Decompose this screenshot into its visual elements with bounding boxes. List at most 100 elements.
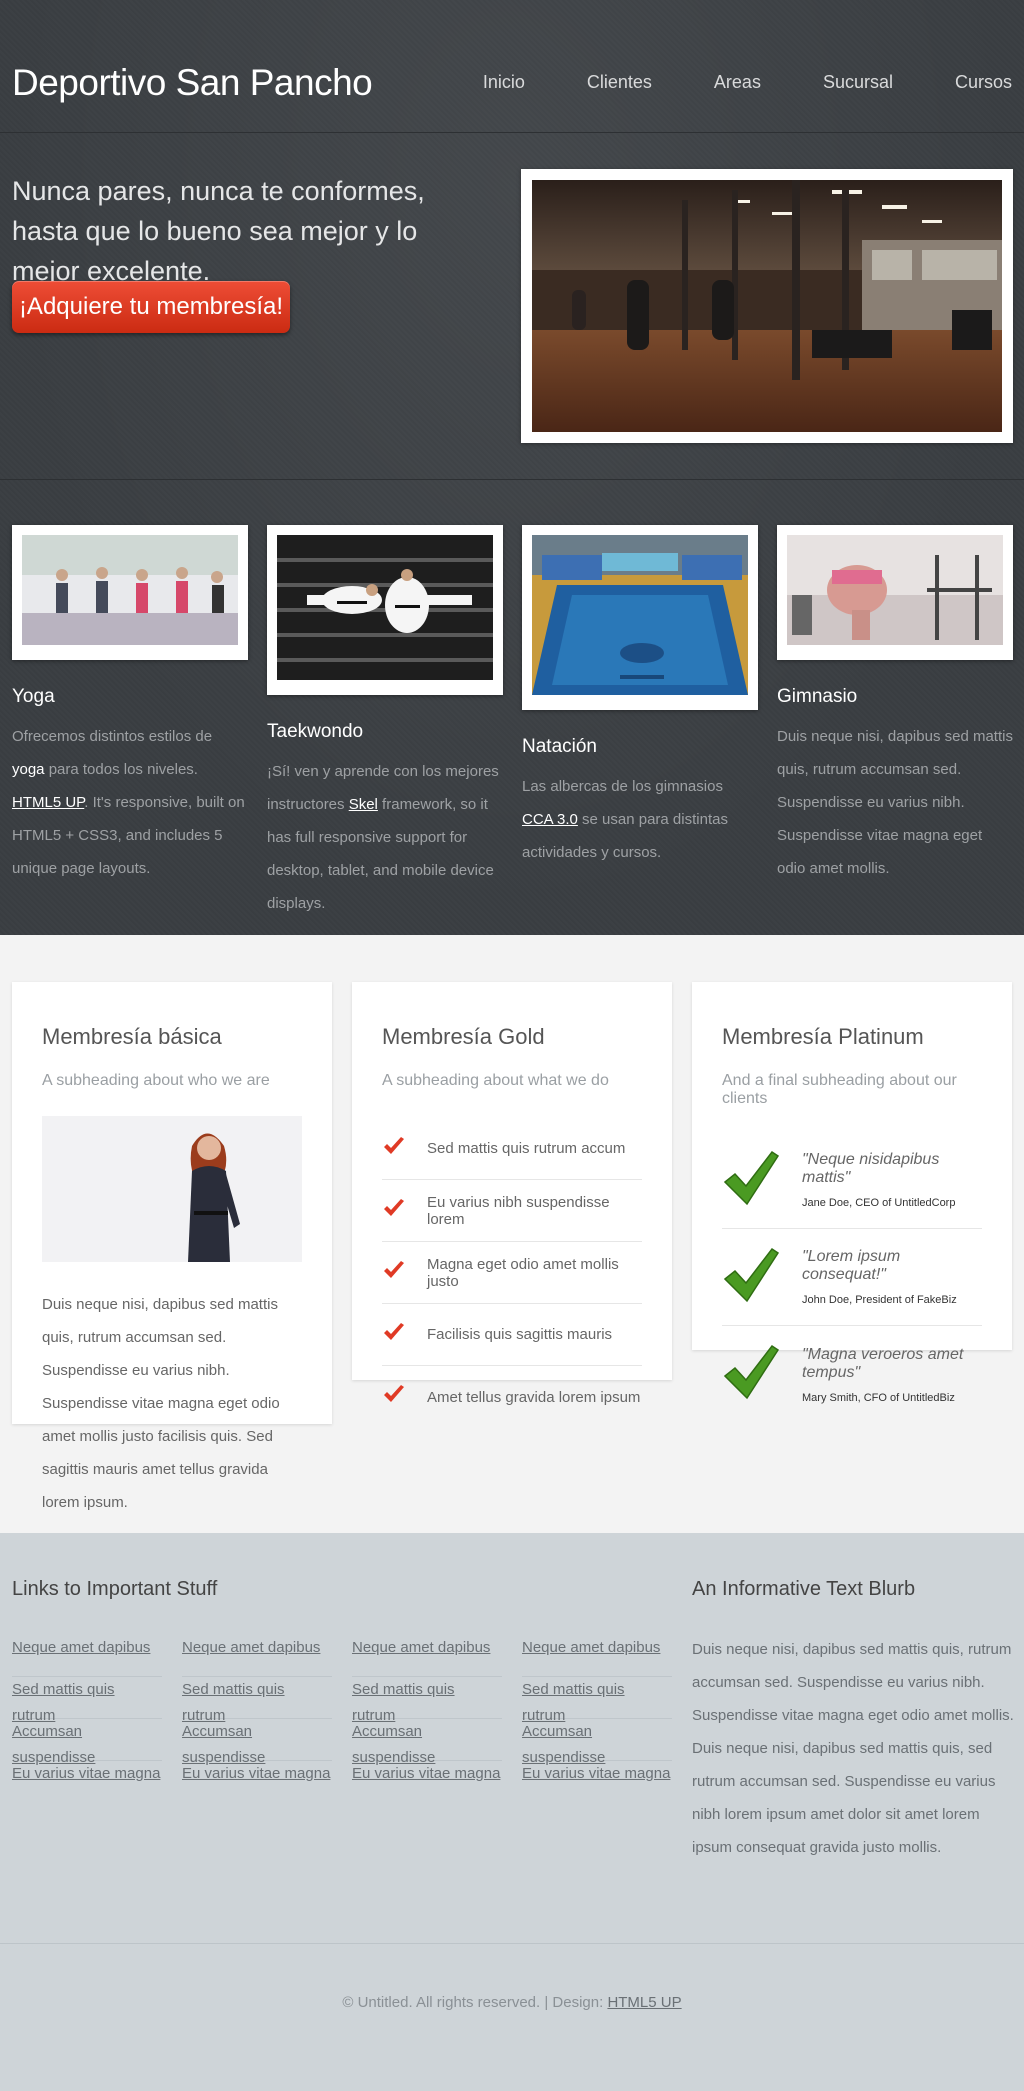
main-nav: Inicio Clientes Areas Sucursal Cursos xyxy=(421,72,1012,93)
nav-item-cursos[interactable]: Cursos xyxy=(955,72,1012,93)
box-title: Membresía básica xyxy=(42,1024,222,1049)
list-item: Sed mattis quis rutrum accum xyxy=(382,1118,642,1180)
main-section: Membresía básica A subheading about who … xyxy=(0,935,1024,1533)
feature-taekwondo: Taekwondo ¡Sí! ven y aprende con los mej… xyxy=(267,525,503,920)
footer-link[interactable]: Sed mattis quis rutrum xyxy=(352,1677,502,1724)
box-platinum: Membresía Platinum And a final subheadin… xyxy=(692,982,1012,1404)
green-check-icon xyxy=(722,1344,802,1405)
footer: Links to Important Stuff Neque amet dapi… xyxy=(0,1533,1024,2091)
feature-title: Taekwondo xyxy=(267,721,364,742)
footer-link[interactable]: Sed mattis quis rutrum xyxy=(12,1677,162,1724)
footer-link[interactable]: Eu varius vitae magna xyxy=(12,1761,162,1803)
testimonial-item: "Magna veroeros amet tempus" Mary Smith, … xyxy=(722,1326,982,1423)
footer-link[interactable]: Neque amet dapibus xyxy=(182,1635,332,1677)
testimonial-list: "Neque nisidapibus mattis" Jane Doe, CEO … xyxy=(722,1132,982,1423)
top-bar: Deportivo San Pancho Inicio Clientes Are… xyxy=(0,0,1024,133)
design-credit-link[interactable]: HTML5 UP xyxy=(607,1994,681,2011)
membership-cta-button[interactable]: ¡Adquiere tu membresía! xyxy=(12,281,290,333)
feature-text-part: Ofrecemos distintos estilos de xyxy=(12,728,213,745)
feature-image-frame xyxy=(777,525,1013,660)
feature-text: Las albercas de los gimnasios CCA 3.0 se… xyxy=(522,770,758,869)
box-title: Membresía Platinum xyxy=(722,1024,924,1049)
gym-interior-image xyxy=(532,180,1002,432)
list-item: Eu varius nibh suspendisse lorem xyxy=(382,1180,642,1242)
footer-link-column: Neque amet dapibus Sed mattis quis rutru… xyxy=(12,1635,162,1803)
feature-image-frame xyxy=(267,525,503,695)
testimonial-item: "Lorem ipsum consequat!" John Doe, Presid… xyxy=(722,1229,982,1326)
red-check-icon xyxy=(382,1260,427,1285)
footer-link[interactable]: Neque amet dapibus xyxy=(522,1635,672,1677)
hero-image-frame xyxy=(521,169,1013,443)
copyright: © Untitled. All rights reserved. | Desig… xyxy=(0,1943,1024,2011)
woman-portrait-icon xyxy=(42,1116,302,1262)
footer-link-column: Neque amet dapibus Sed mattis quis rutru… xyxy=(182,1635,332,1803)
box-subtitle: A subheading about what we do xyxy=(382,1072,609,1089)
feature-text-part: Las albercas de los gimnasios xyxy=(522,778,723,795)
footer-link-column: Neque amet dapibus Sed mattis quis rutru… xyxy=(522,1635,672,1803)
list-item-label: Magna eget odio amet mollis justo xyxy=(427,1255,619,1290)
feature-image-frame xyxy=(522,525,758,710)
footer-link[interactable]: Accumsan suspendisse xyxy=(12,1719,162,1766)
footer-links-title: Links to Important Stuff xyxy=(12,1578,218,1600)
red-check-icon xyxy=(382,1322,427,1347)
swimming-pool-image xyxy=(532,535,748,695)
feature-text-strong: yoga xyxy=(12,761,45,778)
red-check-icon xyxy=(382,1136,427,1161)
list-item: Facilisis quis sagittis mauris xyxy=(382,1304,642,1366)
banner: Nunca pares, nunca te conformes, hasta q… xyxy=(0,133,1024,480)
testimonial-author: John Doe, President of FakeBiz xyxy=(802,1294,957,1306)
footer-link[interactable]: Sed mattis quis rutrum xyxy=(522,1677,672,1724)
box-gold: Membresía Gold A subheading about what w… xyxy=(352,982,672,1406)
list-item: Amet tellus gravida lorem ipsum xyxy=(382,1366,642,1428)
footer-link[interactable]: Eu varius vitae magna xyxy=(522,1761,672,1803)
footer-blurb-title: An Informative Text Blurb xyxy=(692,1578,916,1600)
nav-item-areas[interactable]: Areas xyxy=(714,72,761,93)
site-logo[interactable]: Deportivo San Pancho xyxy=(12,62,373,104)
list-item-label: Amet tellus gravida lorem ipsum xyxy=(427,1388,641,1406)
testimonial-item: "Neque nisidapibus mattis" Jane Doe, CEO … xyxy=(722,1132,982,1229)
footer-link[interactable]: Neque amet dapibus xyxy=(12,1635,162,1677)
feature-yoga: Yoga Ofrecemos distintos estilos de yoga… xyxy=(12,525,248,885)
testimonial-author: Mary Smith, CFO of UntitledBiz xyxy=(802,1391,955,1404)
testimonial-quote: "Lorem ipsum consequat!" xyxy=(802,1248,901,1283)
feature-image-frame xyxy=(12,525,248,660)
list-item-label: Facilisis quis sagittis mauris xyxy=(427,1326,613,1343)
footer-link[interactable]: Sed mattis quis rutrum xyxy=(182,1677,332,1724)
footer-link[interactable]: Accumsan suspendisse xyxy=(182,1719,332,1766)
footer-link[interactable]: Accumsan suspendisse xyxy=(522,1719,672,1766)
red-check-icon xyxy=(382,1385,427,1409)
nav-item-inicio[interactable]: Inicio xyxy=(483,72,525,93)
feature-title: Natación xyxy=(522,736,597,757)
box-basic: Membresía básica A subheading about who … xyxy=(12,982,332,1511)
list-item: Magna eget odio amet mollis justo xyxy=(382,1242,642,1304)
feature-text-part: para todos los niveles. xyxy=(44,761,198,778)
feature-link[interactable]: CCA 3.0 xyxy=(522,811,578,828)
features-section: Yoga Ofrecemos distintos estilos de yoga… xyxy=(0,480,1024,934)
feature-title: Gimnasio xyxy=(777,686,858,707)
box-subtitle: A subheading about who we are xyxy=(42,1072,270,1089)
yoga-class-image xyxy=(22,535,238,645)
box-subtitle: And a final subheading about our clients xyxy=(722,1072,957,1107)
nav-item-sucursal[interactable]: Sucursal xyxy=(823,72,893,93)
woman-portrait-image xyxy=(42,1116,302,1262)
footer-link[interactable]: Neque amet dapibus xyxy=(352,1635,502,1677)
feature-link[interactable]: Skel xyxy=(349,796,378,813)
testimonial-quote: "Magna veroeros amet tempus" xyxy=(802,1345,964,1381)
testimonial-quote: "Neque nisidapibus mattis" xyxy=(802,1151,940,1186)
list-item-label: Sed mattis quis rutrum accum xyxy=(427,1140,626,1157)
taekwondo-image xyxy=(277,535,493,680)
banner-tagline: Nunca pares, nunca te conformes, hasta q… xyxy=(12,176,425,286)
nav-item-clientes[interactable]: Clientes xyxy=(587,72,652,93)
feature-text-part: Duis neque nisi, dapibus sed mattis quis… xyxy=(777,728,1013,877)
footer-link[interactable]: Accumsan suspendisse xyxy=(352,1719,502,1766)
footer-link[interactable]: Eu varius vitae magna xyxy=(182,1761,332,1803)
feature-gimnasio: Gimnasio Duis neque nisi, dapibus sed ma… xyxy=(777,525,1013,885)
footer-link-column: Neque amet dapibus Sed mattis quis rutru… xyxy=(352,1635,502,1803)
box-body-text: Duis neque nisi, dapibus sed mattis quis… xyxy=(42,1296,280,1511)
feature-link[interactable]: HTML5 UP xyxy=(12,794,84,811)
feature-text: ¡Sí! ven y aprende con los mejores instr… xyxy=(267,755,503,920)
feature-text-part: framework, so it has full responsive sup… xyxy=(267,796,494,912)
footer-link[interactable]: Eu varius vitae magna xyxy=(352,1761,502,1803)
testimonial-author: Jane Doe, CEO of UntitledCorp xyxy=(802,1197,956,1209)
gold-feature-list: Sed mattis quis rutrum accum Eu varius n… xyxy=(382,1118,642,1428)
